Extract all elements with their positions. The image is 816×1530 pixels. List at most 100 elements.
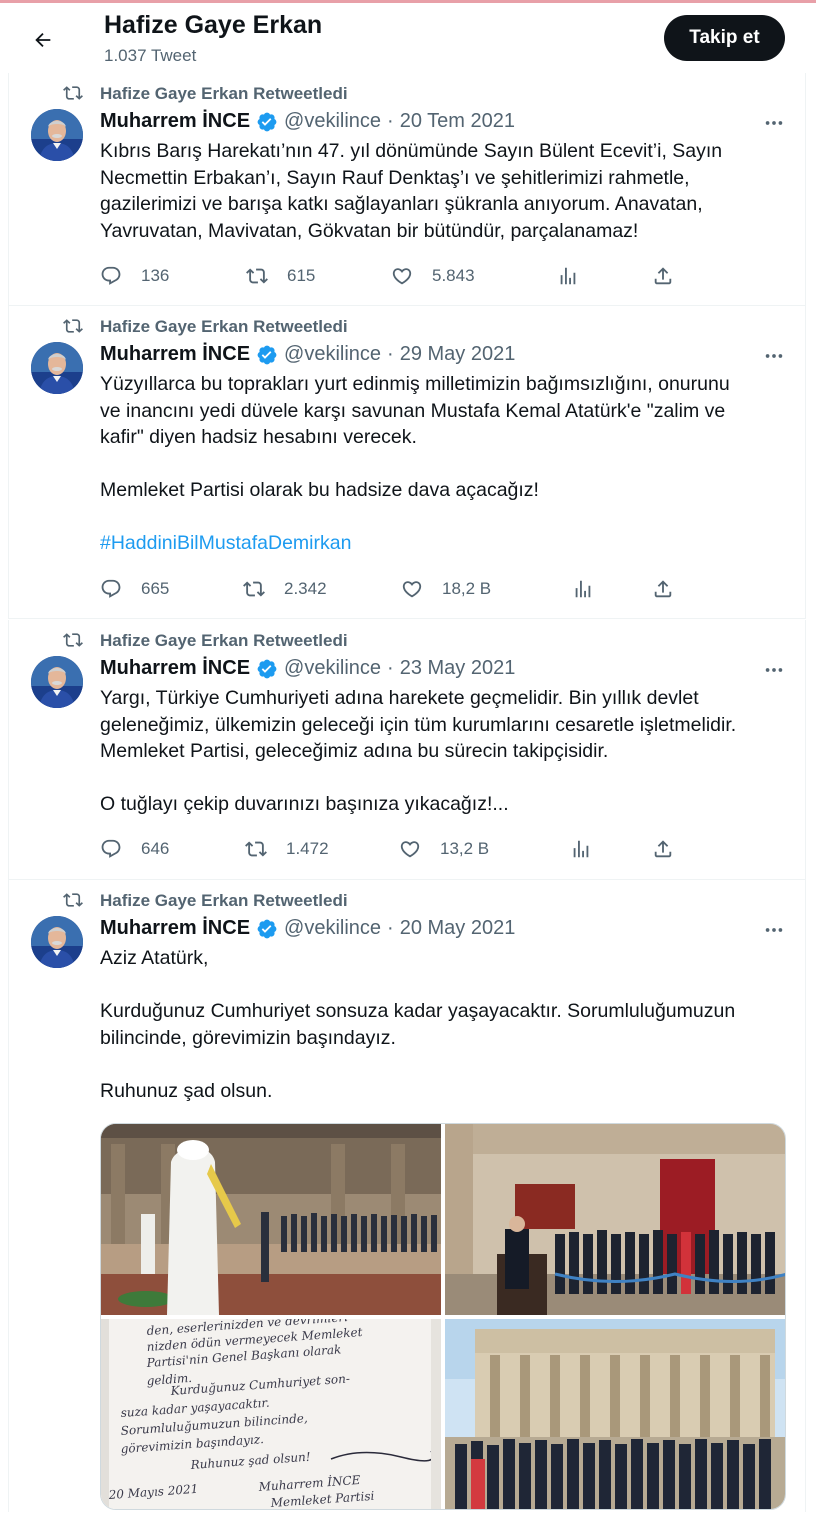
share-button[interactable]: [652, 834, 674, 864]
author-name[interactable]: Muharrem İNCE: [100, 657, 250, 680]
tweet-text-line: Kıbrıs Barış Harekatı’nın 47. yıl dönümü…: [100, 140, 723, 162]
tweet[interactable]: Hafize Gaye Erkan Retweetledi Muharrem İ…: [8, 620, 806, 880]
retweet-count: 1.472: [286, 839, 329, 858]
share-icon: [652, 265, 674, 287]
tweet-actions: 665 2.342 18,2 B: [100, 574, 700, 604]
like-button[interactable]: 18,2 B: [401, 574, 491, 604]
photo-hall-guard[interactable]: [101, 1124, 441, 1315]
tweet-text: Aziz Atatürk, Kurduğunuz Cumhuriyet sons…: [100, 945, 790, 1104]
tweet-meta: Muharrem İNCE @vekilince · 20 May 2021: [100, 917, 515, 940]
tweet-text-line: Yargı, Türkiye Cumhuriyeti adına hareket…: [100, 687, 699, 709]
tweet-text-line: ve inancını yedi düvele karşı savunan Mu…: [100, 399, 726, 422]
heart-icon: [391, 265, 413, 287]
retweet-label[interactable]: Hafize Gaye Erkan Retweetledi: [100, 317, 348, 337]
author-handle[interactable]: @vekilince: [284, 343, 381, 366]
author-handle[interactable]: @vekilince: [284, 110, 381, 133]
separator-dot: ·: [387, 917, 394, 939]
tweet-text-line: Yüzyıllarca bu toprakları yurt edinmiş m…: [100, 373, 730, 395]
more-options-icon[interactable]: [761, 660, 787, 680]
reply-button[interactable]: 665: [100, 574, 169, 604]
reply-count: 136: [141, 266, 170, 285]
views-button[interactable]: [572, 574, 594, 604]
photo-group-mausoleum[interactable]: [445, 1319, 785, 1509]
tweet-text-line: bilincinde, görevimizin başındayız.: [100, 1026, 396, 1049]
author-name[interactable]: Muharrem İNCE: [100, 110, 250, 133]
photo-handwritten-note[interactable]: den, eserlerinizden ve devrimleri- nizde…: [101, 1319, 441, 1509]
more-options-icon[interactable]: [761, 113, 787, 133]
retweet-button[interactable]: 615: [246, 261, 315, 291]
heart-icon: [401, 578, 423, 600]
profile-name: Hafize Gaye Erkan: [104, 11, 323, 39]
tweet-date[interactable]: 20 Tem 2021: [400, 110, 515, 133]
avatar[interactable]: [31, 656, 83, 708]
avatar[interactable]: [31, 342, 83, 394]
views-icon: [570, 838, 592, 860]
reply-button[interactable]: 136: [100, 261, 169, 291]
tweet-text-line: Memleket Partisi, geleceğimiz adına bu s…: [100, 740, 609, 762]
retweet-label[interactable]: Hafize Gaye Erkan Retweetledi: [100, 631, 348, 651]
tweet-text: Yargı, Türkiye Cumhuriyeti adına hareket…: [100, 685, 790, 818]
retweet-button[interactable]: 1.472: [245, 834, 329, 864]
share-button[interactable]: [652, 574, 674, 604]
retweet-icon: [243, 578, 265, 600]
share-button[interactable]: [652, 261, 674, 291]
tweet-text: Yüzyıllarca bu toprakları yurt edinmiş m…: [100, 371, 790, 557]
more-options-icon[interactable]: [761, 346, 787, 366]
tweet-actions: 646 1.472 13,2 B: [100, 834, 700, 864]
reply-icon: [100, 578, 122, 600]
retweet-icon: [245, 838, 267, 860]
heart-icon: [399, 838, 421, 860]
retweet-count: 615: [287, 266, 316, 285]
tweet[interactable]: Hafize Gaye Erkan Retweetledi Muharrem İ…: [8, 306, 806, 619]
retweet-icon: [246, 265, 268, 287]
separator-dot: ·: [387, 343, 394, 365]
views-button[interactable]: [557, 261, 579, 291]
verified-badge-icon: [256, 111, 278, 133]
hashtag-link[interactable]: #HaddiniBilMustafaDemirkan: [100, 530, 790, 557]
retweet-button[interactable]: 2.342: [243, 574, 327, 604]
retweet-context: Hafize Gaye Erkan Retweetledi: [63, 83, 348, 103]
retweet-small-icon: [63, 890, 85, 910]
more-options-icon[interactable]: [761, 920, 787, 940]
views-button[interactable]: [570, 834, 592, 864]
tweet[interactable]: Hafize Gaye Erkan Retweetledi Muharrem İ…: [8, 73, 806, 306]
views-icon: [557, 265, 579, 287]
retweet-small-icon: [63, 83, 85, 103]
back-arrow-icon[interactable]: [26, 23, 60, 57]
tweet-meta: Muharrem İNCE @vekilince · 20 Tem 2021: [100, 110, 515, 133]
author-handle[interactable]: @vekilince: [284, 657, 381, 680]
tweet-date[interactable]: 20 May 2021: [400, 917, 516, 940]
author-name[interactable]: Muharrem İNCE: [100, 917, 250, 940]
tweet-text-line: Kurduğunuz Cumhuriyet sonsuza kadar yaşa…: [100, 1000, 736, 1022]
tweet-date[interactable]: 23 May 2021: [400, 657, 516, 680]
photo-book-signing[interactable]: [445, 1124, 785, 1315]
retweet-small-icon: [63, 630, 85, 650]
tweet[interactable]: Hafize Gaye Erkan Retweetledi Muharrem İ…: [8, 880, 806, 1530]
like-button[interactable]: 13,2 B: [399, 834, 489, 864]
reply-button[interactable]: 646: [100, 834, 169, 864]
author-name[interactable]: Muharrem İNCE: [100, 343, 250, 366]
follow-button[interactable]: Takip et: [664, 15, 785, 61]
retweet-context: Hafize Gaye Erkan Retweetledi: [63, 890, 348, 910]
author-handle[interactable]: @vekilince: [284, 917, 381, 940]
media-grid: den, eserlerinizden ve devrimleri- nizde…: [100, 1123, 786, 1510]
like-count: 13,2 B: [440, 839, 490, 858]
like-count: 18,2 B: [442, 579, 492, 598]
retweet-label[interactable]: Hafize Gaye Erkan Retweetledi: [100, 84, 348, 104]
share-icon: [652, 578, 674, 600]
profile-header: Hafize Gaye Erkan 1.037 Tweet Takip et: [0, 3, 816, 73]
avatar[interactable]: [31, 109, 83, 161]
reply-icon: [100, 265, 122, 287]
verified-badge-icon: [256, 344, 278, 366]
retweet-small-icon: [63, 316, 85, 336]
retweet-context: Hafize Gaye Erkan Retweetledi: [63, 630, 348, 650]
avatar[interactable]: [31, 916, 83, 968]
page-bottom: [0, 1512, 816, 1530]
share-icon: [652, 838, 674, 860]
like-button[interactable]: 5.843: [391, 261, 475, 291]
tweet-meta: Muharrem İNCE @vekilince · 23 May 2021: [100, 657, 515, 680]
retweet-context: Hafize Gaye Erkan Retweetledi: [63, 316, 348, 336]
separator-dot: ·: [387, 657, 394, 679]
retweet-label[interactable]: Hafize Gaye Erkan Retweetledi: [100, 891, 348, 911]
tweet-date[interactable]: 29 May 2021: [400, 343, 516, 366]
